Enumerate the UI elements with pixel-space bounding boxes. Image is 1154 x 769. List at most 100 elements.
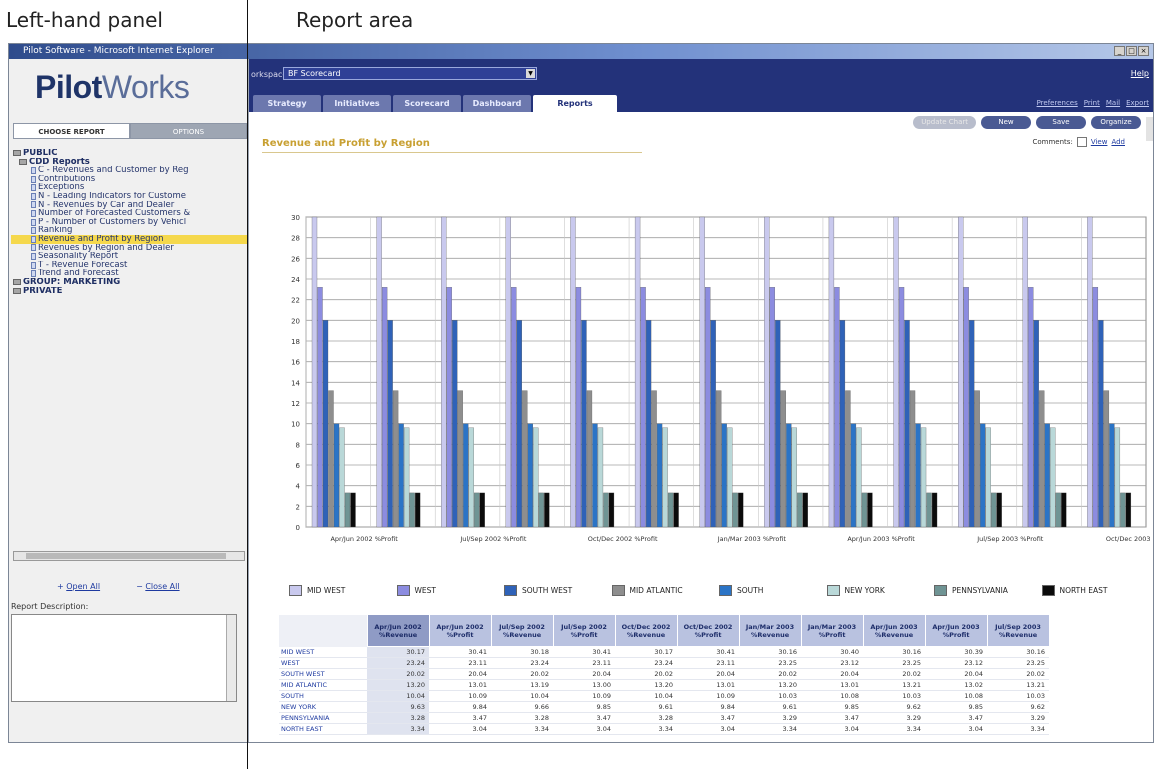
bar bbox=[333, 423, 340, 528]
mail-link[interactable]: Mail bbox=[1106, 99, 1120, 107]
tree-item[interactable]: Seasonality Report bbox=[11, 252, 247, 261]
column-header[interactable]: Jan/Mar 2003 %Revenue bbox=[738, 614, 802, 647]
legend-item: SOUTH WEST bbox=[504, 585, 612, 596]
help-link[interactable]: Help bbox=[1131, 69, 1149, 78]
bar bbox=[769, 287, 775, 528]
save-button[interactable]: Save bbox=[1036, 116, 1086, 129]
column-header[interactable]: Apr/Jun 2002 %Profit bbox=[428, 614, 492, 647]
tab-scorecard[interactable]: Scorecard bbox=[393, 95, 461, 112]
export-link[interactable]: Export bbox=[1126, 99, 1149, 107]
table-cell: 3.04 bbox=[801, 723, 863, 735]
table-cell: 9.84 bbox=[677, 701, 739, 713]
preferences-link[interactable]: Preferences bbox=[1037, 99, 1078, 107]
minimize-icon[interactable]: _ bbox=[1114, 46, 1125, 56]
row-header[interactable]: MID WEST bbox=[279, 646, 367, 658]
tree-item[interactable]: GROUP: MARKETING bbox=[11, 278, 247, 287]
column-header[interactable]: Apr/Jun 2002 %Revenue bbox=[366, 614, 430, 647]
y-tick-label: 16 bbox=[291, 359, 300, 367]
tree-item[interactable]: N - Leading Indicators for Custome bbox=[11, 192, 247, 201]
column-header[interactable]: Oct/Dec 2002 %Revenue bbox=[614, 614, 678, 647]
description-scrollbar[interactable] bbox=[226, 615, 236, 701]
bar bbox=[834, 287, 840, 528]
table-cell: 10.03 bbox=[863, 690, 925, 702]
tree-item[interactable]: N - Revenues by Car and Dealer bbox=[11, 201, 247, 210]
bar bbox=[592, 423, 598, 528]
column-header[interactable]: Apr/Jun 2003 %Profit bbox=[924, 614, 988, 647]
tree-item[interactable]: PRIVATE bbox=[11, 287, 247, 296]
tab-options[interactable]: OPTIONS bbox=[130, 123, 247, 139]
column-header-period: Apr/Jun 2002 bbox=[436, 622, 484, 631]
tree-item[interactable]: Number of Forecasted Customers & bbox=[11, 209, 247, 218]
tree-item[interactable]: Revenue and Profit by Region bbox=[11, 234, 247, 244]
table-cell: 30.39 bbox=[925, 646, 987, 658]
tree-item[interactable]: T - Revenue Forecast bbox=[11, 261, 247, 270]
print-link[interactable]: Print bbox=[1084, 99, 1100, 107]
bar bbox=[311, 216, 318, 528]
column-header[interactable]: Jan/Mar 2003 %Profit bbox=[800, 614, 864, 647]
y-tick-label: 4 bbox=[296, 483, 301, 491]
tree-item[interactable]: PUBLIC bbox=[11, 149, 247, 158]
column-header[interactable]: Apr/Jun 2003 %Revenue bbox=[862, 614, 926, 647]
row-header[interactable]: SOUTH bbox=[279, 690, 367, 702]
row-header[interactable]: NORTH EAST bbox=[279, 723, 367, 735]
comments-checkbox[interactable] bbox=[1076, 137, 1087, 147]
report-vertical-scrollbar[interactable] bbox=[1146, 117, 1153, 141]
tree-horizontal-scrollbar[interactable] bbox=[13, 551, 245, 561]
bar bbox=[963, 287, 969, 528]
table-cell: 30.41 bbox=[553, 646, 615, 658]
table-cell: 13.00 bbox=[553, 679, 615, 691]
bar bbox=[893, 216, 899, 528]
maximize-icon[interactable]: □ bbox=[1126, 46, 1137, 56]
tree-item[interactable]: P - Number of Customers by Vehicl bbox=[11, 218, 247, 227]
table-cell: 10.09 bbox=[429, 690, 491, 702]
row-header[interactable]: PENNSYLVANIA bbox=[279, 712, 367, 724]
view-comments-link[interactable]: View bbox=[1091, 138, 1108, 146]
tab-dashboard[interactable]: Dashboard bbox=[463, 95, 531, 112]
tree-item-label: P - Number of Customers by Vehicl bbox=[38, 217, 187, 227]
bar-chart: 024681012141618202224262830Apr/Jun 2002 … bbox=[291, 214, 1151, 543]
annotation-divider bbox=[247, 0, 248, 769]
tab-strategy[interactable]: Strategy bbox=[253, 95, 321, 112]
open-all-link[interactable]: + Open All bbox=[57, 582, 100, 591]
tree-item[interactable]: Exceptions bbox=[11, 183, 247, 192]
legend-swatch bbox=[719, 585, 732, 596]
legend-swatch bbox=[934, 585, 947, 596]
tree-item[interactable]: Ranking bbox=[11, 226, 247, 235]
tree-item[interactable]: Contributions bbox=[11, 175, 247, 184]
report-area: orkspace: BF Scorecard ▼ Help Strategy In… bbox=[249, 59, 1153, 742]
column-header[interactable]: Jul/Sep 2003 %Revenue bbox=[986, 614, 1050, 647]
y-tick-label: 6 bbox=[296, 462, 301, 470]
table-cell: 9.84 bbox=[429, 701, 491, 713]
tree-item-label: N - Revenues by Car and Dealer bbox=[38, 200, 175, 210]
organize-button[interactable]: Organize bbox=[1091, 116, 1141, 129]
tab-initiatives[interactable]: Initiatives bbox=[323, 95, 391, 112]
add-comment-link[interactable]: Add bbox=[1111, 138, 1125, 146]
workspace-select[interactable]: BF Scorecard ▼ bbox=[283, 67, 537, 80]
bar bbox=[1092, 287, 1099, 528]
bar bbox=[931, 492, 938, 528]
row-header[interactable]: SOUTH WEST bbox=[279, 668, 367, 680]
tree-item[interactable]: Revenues by Region and Dealer bbox=[11, 244, 247, 253]
tab-choose-report[interactable]: CHOOSE REPORT bbox=[13, 123, 130, 139]
column-header[interactable]: Jul/Sep 2002 %Revenue bbox=[490, 614, 554, 647]
row-header[interactable]: NEW YORK bbox=[279, 701, 367, 713]
tab-reports[interactable]: Reports bbox=[533, 95, 617, 112]
close-all-link[interactable]: − Close All bbox=[136, 582, 180, 591]
column-header[interactable]: Oct/Dec 2002 %Profit bbox=[676, 614, 740, 647]
column-header[interactable]: Jul/Sep 2002 %Profit bbox=[552, 614, 616, 647]
row-header[interactable]: MID ATLANTIC bbox=[279, 679, 367, 691]
table-cell: 13.02 bbox=[925, 679, 987, 691]
tree-item[interactable]: Trend and Forecast bbox=[11, 269, 247, 278]
new-button[interactable]: New bbox=[981, 116, 1031, 129]
chevron-down-icon[interactable]: ▼ bbox=[526, 69, 535, 78]
update-chart-button[interactable]: Update Chart bbox=[913, 116, 976, 129]
tree-item[interactable]: CDD Reports bbox=[11, 158, 247, 167]
y-tick-label: 18 bbox=[291, 338, 300, 346]
bar bbox=[474, 492, 480, 528]
column-header-measure: %Revenue bbox=[874, 630, 914, 639]
report-description-box[interactable] bbox=[11, 614, 237, 702]
x-tick-label: Jul/Sep 2002 %Profit bbox=[459, 535, 527, 543]
tree-item[interactable]: C - Revenues and Customer by Reg bbox=[11, 166, 247, 175]
row-header[interactable]: WEST bbox=[279, 657, 367, 669]
close-icon[interactable]: × bbox=[1138, 46, 1149, 56]
